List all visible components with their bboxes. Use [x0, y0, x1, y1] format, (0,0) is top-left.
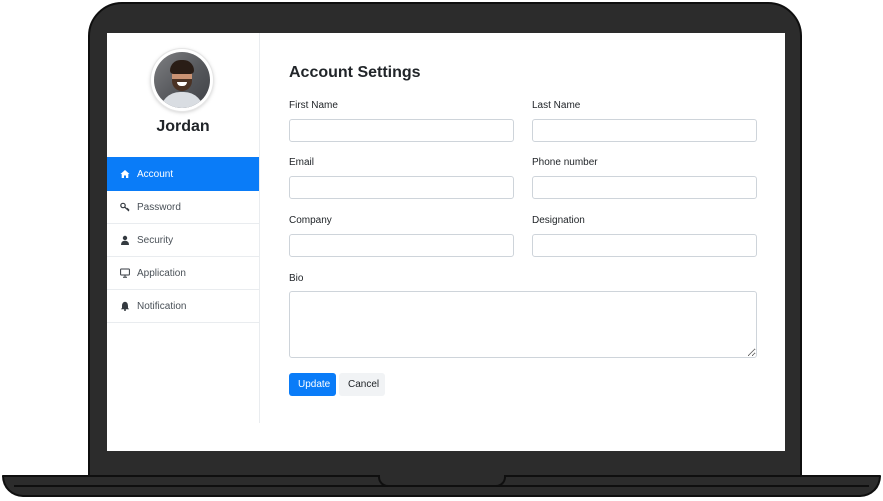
sidebar-item-label: Application: [137, 267, 186, 279]
user-icon: [120, 235, 130, 245]
last-name-group: Last Name: [532, 100, 757, 142]
sidebar-item-security[interactable]: Security: [107, 224, 259, 257]
last-name-label: Last Name: [532, 100, 581, 111]
bell-icon: [120, 301, 130, 311]
email-input[interactable]: [289, 176, 514, 199]
avatar: [151, 49, 213, 111]
sidebar-item-notification[interactable]: Notification: [107, 290, 259, 323]
sidebar-item-label: Password: [137, 201, 181, 213]
user-name: Jordan: [156, 118, 210, 135]
sidebar: Jordan Account Password Security Applica…: [107, 33, 260, 423]
last-name-input[interactable]: [532, 119, 757, 142]
bio-group: Bio: [289, 273, 757, 358]
company-group: Company: [289, 215, 514, 257]
sidebar-item-label: Account: [137, 168, 174, 180]
company-label: Company: [289, 215, 332, 226]
cancel-button[interactable]: Cancel: [339, 373, 385, 396]
sidebar-item-label: Security: [137, 234, 174, 246]
company-input[interactable]: [289, 234, 514, 257]
email-label: Email: [289, 157, 315, 168]
form-actions: Update Cancel: [289, 373, 385, 396]
first-name-label: First Name: [289, 100, 338, 111]
phone-label: Phone number: [532, 157, 598, 168]
laptop-screen: Jordan Account Password Security Applica…: [107, 33, 785, 451]
sidebar-item-label: Notification: [137, 300, 187, 312]
sidebar-item-password[interactable]: Password: [107, 191, 259, 224]
laptop-notch: [378, 475, 506, 487]
bio-label: Bio: [289, 273, 304, 284]
sidebar-item-account[interactable]: Account: [107, 157, 259, 191]
bio-textarea[interactable]: [289, 291, 757, 358]
home-icon: [120, 169, 130, 179]
sidebar-nav: Account Password Security Application No…: [107, 157, 259, 323]
account-settings-panel: Account Settings First Name Last Name Em…: [289, 33, 759, 423]
first-name-input[interactable]: [289, 119, 514, 142]
first-name-group: First Name: [289, 100, 514, 142]
laptop-mockup: Jordan Account Password Security Applica…: [0, 0, 883, 501]
sidebar-item-application[interactable]: Application: [107, 257, 259, 290]
page-title: Account Settings: [289, 64, 421, 81]
phone-group: Phone number: [532, 157, 757, 199]
update-button[interactable]: Update: [289, 373, 336, 396]
designation-label: Designation: [532, 215, 585, 226]
monitor-icon: [120, 268, 130, 278]
key-icon: [120, 202, 130, 212]
designation-group: Designation: [532, 215, 757, 257]
avatar-photo: [154, 52, 210, 108]
designation-input[interactable]: [532, 234, 757, 257]
phone-input[interactable]: [532, 176, 757, 199]
email-group: Email: [289, 157, 514, 199]
